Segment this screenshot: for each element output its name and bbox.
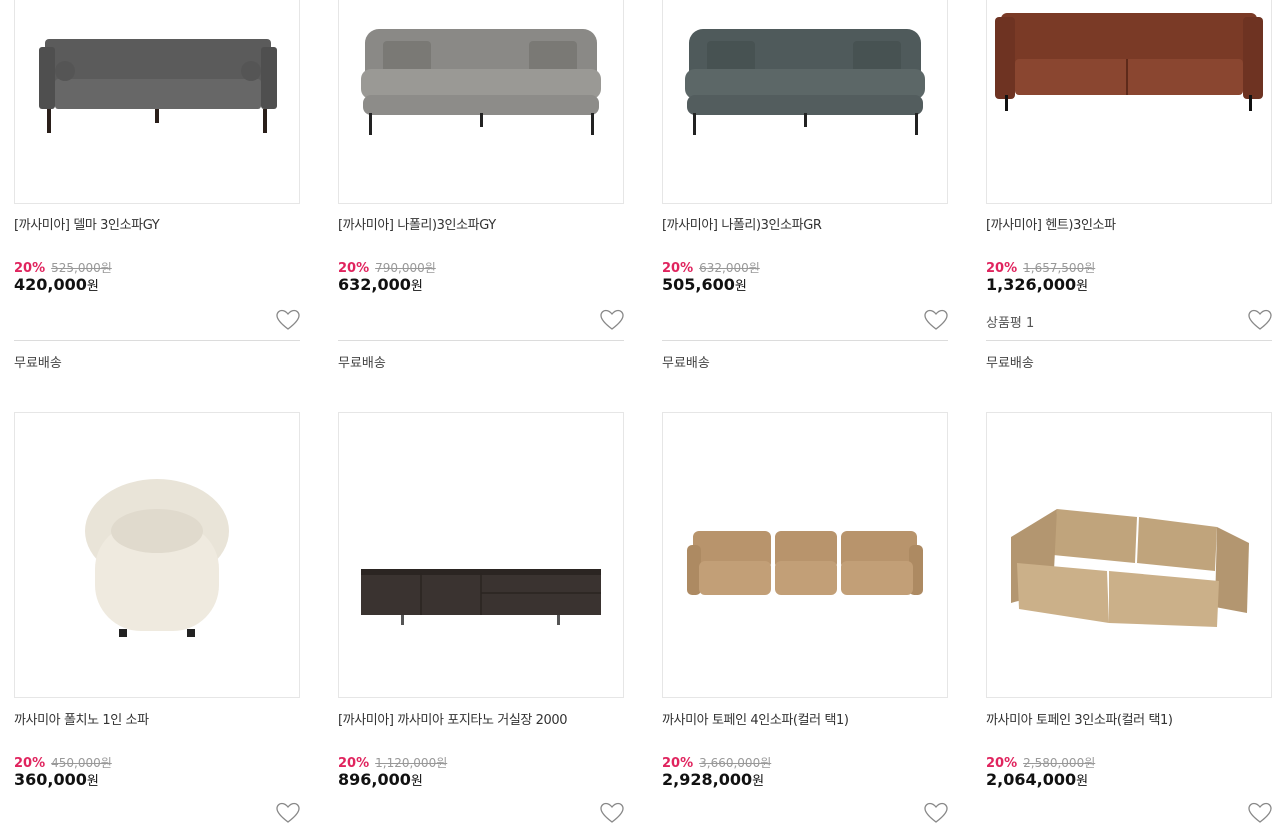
product-image[interactable] bbox=[338, 412, 624, 698]
sale-price: 420,000원 bbox=[14, 275, 99, 294]
product-image[interactable] bbox=[14, 412, 300, 698]
product-name[interactable]: 까사미아 토페인 4인소파(컬러 택1) bbox=[662, 709, 849, 728]
product-name[interactable]: [까사미아] 헨트)3인소파 bbox=[986, 214, 1116, 233]
divider bbox=[338, 340, 624, 341]
product-image[interactable] bbox=[986, 412, 1272, 698]
product-name[interactable]: 까사미아 토페인 3인소파(컬러 택1) bbox=[986, 709, 1173, 728]
shipping-label: 무료배송 bbox=[986, 356, 1034, 371]
sale-price: 2,928,000원 bbox=[662, 770, 765, 789]
divider bbox=[662, 340, 948, 341]
discount-rate: 20% bbox=[662, 261, 694, 276]
heart-icon[interactable] bbox=[276, 802, 300, 824]
original-price: 1,120,000원 bbox=[375, 756, 448, 770]
product-image[interactable] bbox=[662, 412, 948, 698]
discount-rate: 20% bbox=[986, 756, 1018, 771]
divider bbox=[986, 340, 1272, 341]
original-price: 1,657,500원 bbox=[1023, 261, 1096, 275]
discount-rate: 20% bbox=[14, 261, 46, 276]
price-original-row: 20% 525,000원 bbox=[14, 259, 112, 276]
original-price: 450,000원 bbox=[51, 756, 112, 770]
original-price: 525,000원 bbox=[51, 261, 112, 275]
price-original-row: 20% 632,000원 bbox=[662, 259, 760, 276]
product-name[interactable]: 까사미아 폴치노 1인 소파 bbox=[14, 709, 149, 728]
discount-rate: 20% bbox=[338, 261, 370, 276]
price-original-row: 20% 1,120,000원 bbox=[338, 754, 447, 771]
sale-price: 1,326,000원 bbox=[986, 275, 1089, 294]
product-name[interactable]: [까사미아] 델마 3인소파GY bbox=[14, 214, 160, 233]
sale-price: 896,000원 bbox=[338, 770, 423, 789]
sale-price: 632,000원 bbox=[338, 275, 423, 294]
discount-rate: 20% bbox=[338, 756, 370, 771]
price-original-row: 20% 1,657,500원 bbox=[986, 259, 1095, 276]
original-price: 790,000원 bbox=[375, 261, 436, 275]
product-image[interactable] bbox=[14, 0, 300, 204]
heart-icon[interactable] bbox=[1248, 802, 1272, 824]
heart-icon[interactable] bbox=[600, 309, 624, 331]
price-original-row: 20% 790,000원 bbox=[338, 259, 436, 276]
shipping-label: 무료배송 bbox=[14, 356, 62, 371]
heart-icon[interactable] bbox=[1248, 309, 1272, 331]
price-original-row: 20% 450,000원 bbox=[14, 754, 112, 771]
product-image[interactable] bbox=[986, 0, 1272, 204]
heart-icon[interactable] bbox=[924, 309, 948, 331]
discount-rate: 20% bbox=[986, 261, 1018, 276]
product-image[interactable] bbox=[338, 0, 624, 204]
sale-price: 2,064,000원 bbox=[986, 770, 1089, 789]
shipping-label: 무료배송 bbox=[662, 356, 710, 371]
divider bbox=[14, 340, 300, 341]
price-original-row: 20% 2,580,000원 bbox=[986, 754, 1095, 771]
discount-rate: 20% bbox=[14, 756, 46, 771]
original-price: 2,580,000원 bbox=[1023, 756, 1096, 770]
heart-icon[interactable] bbox=[276, 309, 300, 331]
product-name[interactable]: [까사미아] 나폴리)3인소파GY bbox=[338, 214, 496, 233]
product-name[interactable]: [까사미아] 까사미아 포지타노 거실장 2000 bbox=[338, 709, 568, 728]
heart-icon[interactable] bbox=[924, 802, 948, 824]
discount-rate: 20% bbox=[662, 756, 694, 771]
original-price: 632,000원 bbox=[699, 261, 760, 275]
shipping-label: 무료배송 bbox=[338, 356, 386, 371]
sale-price: 360,000원 bbox=[14, 770, 99, 789]
price-original-row: 20% 3,660,000원 bbox=[662, 754, 771, 771]
heart-icon[interactable] bbox=[600, 802, 624, 824]
product-image[interactable] bbox=[662, 0, 948, 204]
sale-price: 505,600원 bbox=[662, 275, 747, 294]
product-name[interactable]: [까사미아] 나폴리)3인소파GR bbox=[662, 214, 822, 233]
original-price: 3,660,000원 bbox=[699, 756, 772, 770]
review-count[interactable]: 상품평 1 bbox=[986, 312, 1034, 331]
